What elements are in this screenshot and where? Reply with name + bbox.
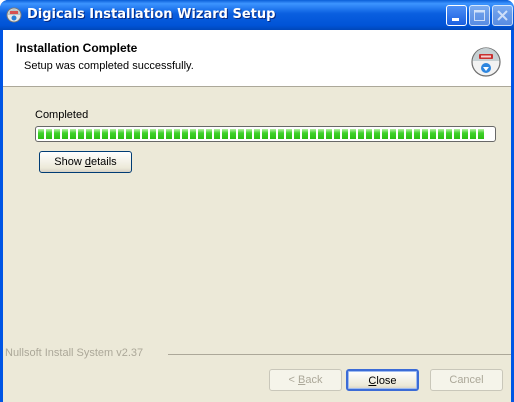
progress-segment xyxy=(462,129,468,139)
progress-segment xyxy=(118,129,124,139)
progress-segment xyxy=(446,129,452,139)
progress-segment xyxy=(350,129,356,139)
progress-segment xyxy=(134,129,140,139)
progress-segment xyxy=(70,129,76,139)
progress-segment xyxy=(398,129,404,139)
progress-segment xyxy=(278,129,284,139)
progress-segment xyxy=(254,129,260,139)
progress-segment xyxy=(318,129,324,139)
progress-segment xyxy=(334,129,340,139)
progress-segment xyxy=(54,129,60,139)
progress-segment xyxy=(126,129,132,139)
progress-segment xyxy=(78,129,84,139)
installer-window: Digicals Installation Wizard Setup Insta… xyxy=(0,0,514,402)
progress-segment xyxy=(174,129,180,139)
progress-fill xyxy=(38,129,493,139)
progress-segment xyxy=(190,129,196,139)
progress-segment xyxy=(214,129,220,139)
progress-bar xyxy=(35,126,496,142)
progress-segment xyxy=(94,129,100,139)
progress-segment xyxy=(110,129,116,139)
progress-segment xyxy=(430,129,436,139)
show-details-button[interactable]: Show details xyxy=(39,151,132,173)
progress-segment xyxy=(406,129,412,139)
progress-segment xyxy=(414,129,420,139)
back-button[interactable]: < Back xyxy=(269,369,342,391)
close-window-button[interactable] xyxy=(492,5,513,26)
progress-segment xyxy=(246,129,252,139)
window-title: Digicals Installation Wizard Setup xyxy=(27,7,276,22)
progress-segment xyxy=(262,129,268,139)
close-button[interactable]: Close xyxy=(346,369,419,391)
progress-segment xyxy=(270,129,276,139)
progress-segment xyxy=(382,129,388,139)
progress-segment xyxy=(454,129,460,139)
show-details-label-suffix: etails xyxy=(91,156,117,168)
page-subtitle: Setup was completed successfully. xyxy=(24,60,194,72)
progress-segment xyxy=(198,129,204,139)
progress-segment xyxy=(438,129,444,139)
progress-segment xyxy=(38,129,44,139)
progress-label: Completed xyxy=(35,109,89,121)
progress-segment xyxy=(206,129,212,139)
progress-segment xyxy=(142,129,148,139)
progress-segment xyxy=(150,129,156,139)
title-bar[interactable]: Digicals Installation Wizard Setup xyxy=(0,0,514,30)
progress-segment xyxy=(62,129,68,139)
progress-segment xyxy=(86,129,92,139)
wizard-header: Installation Complete Setup was complete… xyxy=(3,30,511,87)
page-title: Installation Complete xyxy=(16,41,138,55)
progress-segment xyxy=(182,129,188,139)
maximize-icon xyxy=(474,10,485,21)
progress-segment xyxy=(326,129,332,139)
footer-brand: Nullsoft Install System v2.37 xyxy=(5,347,144,359)
progress-segment xyxy=(470,129,476,139)
close-label-suffix: lose xyxy=(376,375,397,387)
show-details-label-prefix: Show xyxy=(54,156,85,168)
progress-segment xyxy=(294,129,300,139)
progress-segment xyxy=(310,129,316,139)
close-icon xyxy=(497,10,508,21)
progress-segment xyxy=(230,129,236,139)
back-label-suffix: ack xyxy=(305,374,323,386)
progress-segment xyxy=(302,129,308,139)
minimize-button[interactable] xyxy=(446,5,467,26)
progress-segment xyxy=(358,129,364,139)
installer-globe-icon xyxy=(6,7,22,23)
progress-segment xyxy=(166,129,172,139)
progress-segment xyxy=(374,129,380,139)
back-label-prefix: < xyxy=(288,374,298,386)
footer-divider xyxy=(168,354,511,355)
progress-segment xyxy=(342,129,348,139)
progress-segment xyxy=(478,129,484,139)
progress-segment xyxy=(222,129,228,139)
progress-segment xyxy=(390,129,396,139)
cancel-button[interactable]: Cancel xyxy=(430,369,503,391)
progress-segment xyxy=(158,129,164,139)
progress-segment xyxy=(286,129,292,139)
maximize-button[interactable] xyxy=(469,5,490,26)
dialog-body: Installation Complete Setup was complete… xyxy=(3,30,511,402)
progress-segment xyxy=(102,129,108,139)
progress-segment xyxy=(238,129,244,139)
minimize-icon xyxy=(452,18,459,21)
progress-segment xyxy=(422,129,428,139)
progress-segment xyxy=(366,129,372,139)
installer-globe-icon xyxy=(471,47,501,77)
progress-segment xyxy=(46,129,52,139)
